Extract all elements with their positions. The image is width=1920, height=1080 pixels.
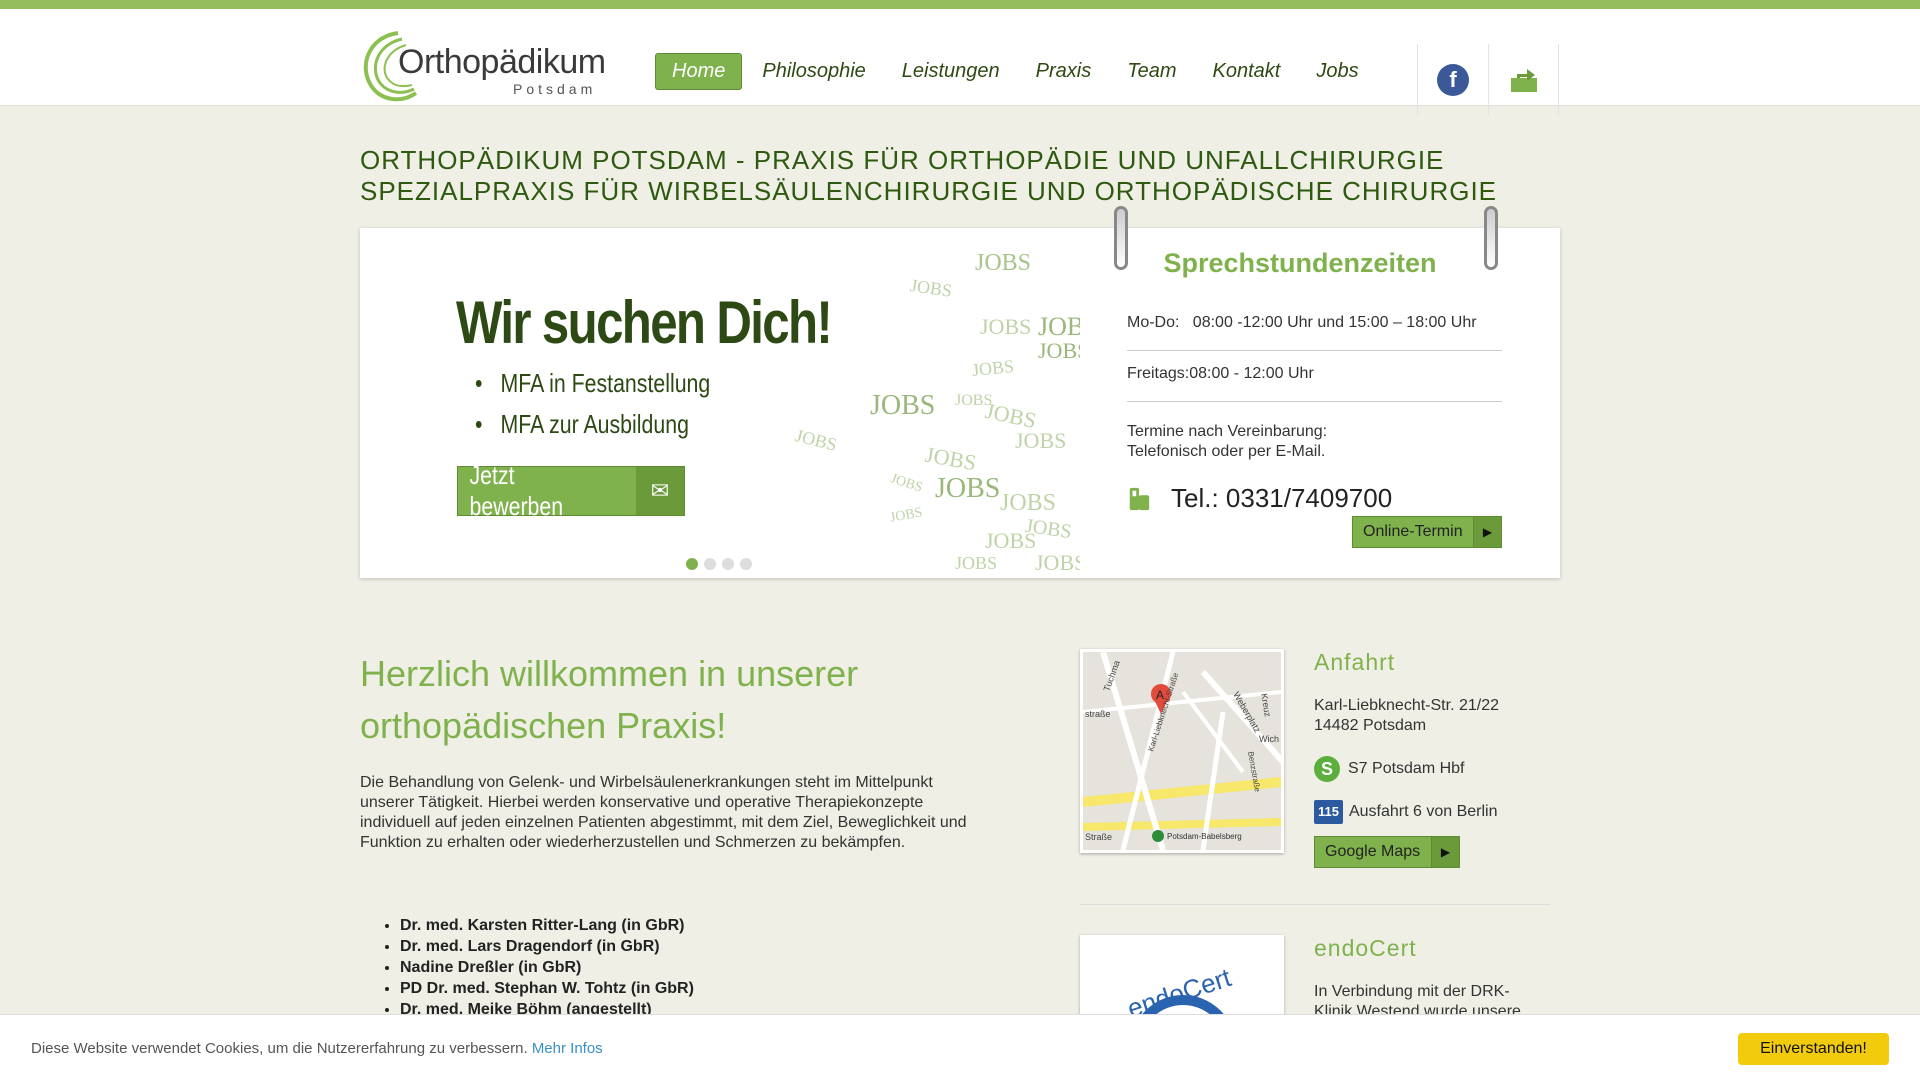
- facebook-icon: f: [1437, 63, 1469, 96]
- jobs-watermark: JOBS: [1035, 550, 1080, 575]
- slide-job-list: MFA in Festanstellung MFA zur Ausbildung: [475, 368, 762, 450]
- cookie-more-info-link[interactable]: Mehr Infos: [532, 1040, 603, 1057]
- headline-line-2: Spezialpraxis für Wirbelsäulenchirurgie …: [360, 176, 1498, 206]
- nav-philosophie[interactable]: Philosophie: [746, 54, 881, 89]
- phone-number[interactable]: Tel.: 0331/7409700: [1127, 483, 1392, 514]
- page-headline: Orthopädikum Potsdam - Praxis für Orthop…: [360, 145, 1497, 207]
- apply-button[interactable]: Jetzt bewerben ✉: [457, 460, 685, 521]
- slider-dot[interactable]: [704, 558, 716, 570]
- cookie-banner: Diese Website verwendet Cookies, um die …: [0, 1014, 1920, 1080]
- phone-icon: [1129, 487, 1150, 510]
- slider-dots: [686, 558, 752, 570]
- welcome-heading: Herzlich willkommen in unserer orthopädi…: [360, 653, 859, 746]
- jobs-watermark: JOBS: [955, 553, 998, 573]
- endocert-title: endoCert: [1314, 935, 1417, 961]
- highway-info: 115 Ausfahrt 6 von Berlin: [1314, 800, 1498, 824]
- hours-mo-do: Mo-Do: 08:00 -12:00 Uhr und 15:00 – 18:0…: [1127, 314, 1477, 331]
- arrow-right-icon: ▶: [1473, 517, 1501, 547]
- slider-dot[interactable]: [686, 558, 698, 570]
- main-nav: Home Philosophie Leistungen Praxis Team …: [655, 53, 1379, 90]
- slide-title: Wir suchen Dich!: [456, 289, 833, 356]
- cookie-text: Diese Website verwendet Cookies, um die …: [31, 1040, 603, 1057]
- hours-title: Sprechstundenzeiten: [1163, 248, 1437, 278]
- online-appointment-label: Online-Termin: [1363, 523, 1463, 540]
- jobs-watermark: JOBS: [923, 441, 979, 476]
- envelope-icon: ✉: [636, 467, 684, 515]
- jobs-watermark: JOBS: [888, 505, 924, 526]
- jobs-watermark: JOBS: [1015, 428, 1067, 453]
- nav-leistungen[interactable]: Leistungen: [886, 54, 1016, 89]
- hours-freitag: Freitags:08:00 - 12:00 Uhr: [1127, 365, 1314, 382]
- list-item: Nadine Dreßler (in GbR): [400, 958, 694, 978]
- jobs-watermark: JOBS: [980, 314, 1032, 339]
- intro-paragraph: Die Behandlung von Gelenk- und Wirbelsäu…: [360, 774, 967, 851]
- slider-dot[interactable]: [722, 558, 734, 570]
- apply-button-label: Jetzt bewerben: [469, 460, 564, 521]
- jobs-watermark: JOBS: [908, 275, 954, 301]
- site-header: Orthopädikum Potsdam Home Philosophie Le…: [0, 9, 1920, 115]
- jobs-watermark: JOBS: [1000, 490, 1057, 516]
- google-maps-button[interactable]: Google Maps ▶: [1314, 836, 1460, 868]
- headline-line-1: Orthopädikum Potsdam - Praxis für Orthop…: [360, 145, 1445, 175]
- jobs-watermark: JOBS: [985, 528, 1037, 553]
- cookie-accept-button[interactable]: Einverstanden!: [1738, 1033, 1889, 1065]
- map-station-label: Potsdam-Babelsberg: [1167, 832, 1242, 841]
- google-maps-label: Google Maps: [1325, 843, 1421, 860]
- map-graphic: A Tuchma Karl-Liebknecht-Straße Weberpla…: [1083, 652, 1281, 850]
- list-item: PD Dr. med. Stephan W. Tohtz (in GbR): [400, 979, 694, 999]
- logo-wordmark: Orthopädikum: [398, 43, 606, 81]
- sbahn-icon: S: [1314, 756, 1340, 782]
- jobs-watermark: JOBS: [888, 471, 925, 496]
- list-item: Dr. med. Karsten Ritter-Lang (in GbR): [400, 916, 694, 936]
- slide-job-item: MFA zur Ausbildung: [475, 409, 710, 440]
- facebook-link[interactable]: f: [1417, 44, 1488, 115]
- jobs-watermark: JOBS: [975, 250, 1032, 276]
- location-map[interactable]: A Tuchma Karl-Liebknecht-Straße Weberpla…: [1080, 649, 1284, 853]
- map-street-label: Wich: [1259, 734, 1279, 744]
- nav-kontakt[interactable]: Kontakt: [1197, 54, 1297, 89]
- doctor-list: Dr. med. Karsten Ritter-Lang (in GbR) Dr…: [400, 916, 694, 1021]
- arrow-right-icon: ▶: [1431, 837, 1459, 867]
- highway-badge-icon: 115: [1314, 800, 1343, 824]
- phone-number-text: Tel.: 0331/7409700: [1171, 483, 1393, 513]
- nav-team[interactable]: Team: [1111, 54, 1192, 89]
- nav-home[interactable]: Home: [655, 53, 743, 90]
- share-icon: [1510, 68, 1537, 92]
- sbahn-info: S S7 Potsdam Hbf: [1314, 756, 1465, 782]
- jobs-watermark: JOBS: [1038, 338, 1080, 363]
- hero-slide[interactable]: JOBS JOBS JOBS JOBS JOBS JOBS JOBS JOBS …: [360, 228, 1080, 578]
- divider: [1127, 350, 1502, 351]
- slide-job-item: MFA in Festanstellung: [475, 368, 711, 399]
- slider-dot[interactable]: [740, 558, 752, 570]
- list-item: Dr. med. Lars Dragendorf (in GbR): [400, 937, 694, 957]
- jobs-watermark: JOBS: [935, 473, 1001, 504]
- share-link[interactable]: [1488, 44, 1559, 115]
- divider: [1080, 904, 1550, 905]
- map-street-label: Straße: [1085, 832, 1112, 842]
- jobs-watermark: JOBS: [793, 425, 839, 455]
- top-accent-bar: [0, 0, 1920, 9]
- map-street-label: straße: [1085, 709, 1111, 719]
- nav-praxis[interactable]: Praxis: [1020, 54, 1108, 89]
- hours-termine: Termine nach Vereinbarung: Telefonisch o…: [1127, 423, 1328, 460]
- online-appointment-button[interactable]: Online-Termin ▶: [1352, 516, 1502, 548]
- address: Karl-Liebknecht-Str. 21/22 14482 Potsdam: [1314, 697, 1499, 734]
- jobs-watermark: JOBS: [870, 390, 936, 421]
- nav-jobs[interactable]: Jobs: [1300, 54, 1374, 89]
- divider: [1127, 401, 1502, 402]
- logo-subtitle: Potsdam: [513, 81, 597, 97]
- jobs-watermark: JOBS: [971, 355, 1015, 381]
- anfahrt-title: Anfahrt: [1314, 649, 1396, 675]
- site-logo[interactable]: Orthopädikum Potsdam: [358, 27, 608, 107]
